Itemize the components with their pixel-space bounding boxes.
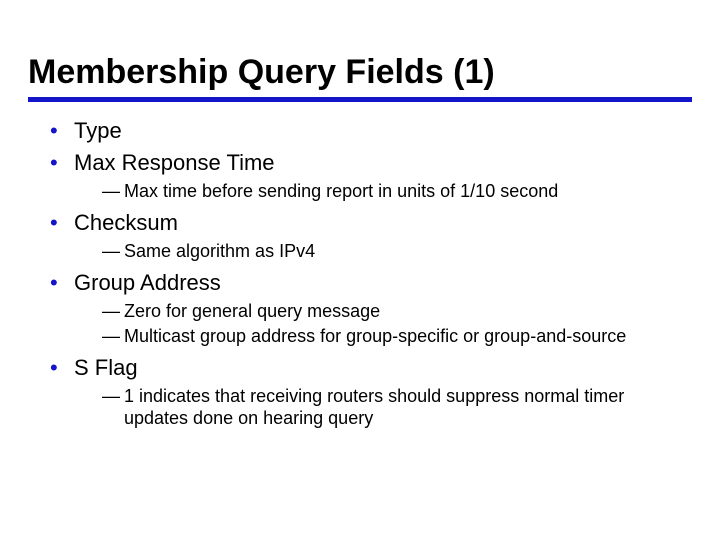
bullet-label: Max Response Time [74, 150, 275, 175]
sub-item: 1 indicates that receiving routers shoul… [102, 385, 692, 430]
list-item: Group Address Zero for general query mes… [54, 268, 692, 347]
sub-list: Same algorithm as IPv4 [74, 240, 692, 263]
list-item: Type [54, 116, 692, 146]
title-underline [28, 97, 692, 102]
sub-list: 1 indicates that receiving routers shoul… [74, 385, 692, 430]
sub-list: Max time before sending report in units … [74, 180, 692, 203]
bullet-label: Checksum [74, 210, 178, 235]
list-item: Max Response Time Max time before sendin… [54, 148, 692, 202]
bullet-label: Type [74, 118, 122, 143]
list-item: Checksum Same algorithm as IPv4 [54, 208, 692, 262]
sub-item: Max time before sending report in units … [102, 180, 692, 203]
bullet-label: S Flag [74, 355, 138, 380]
slide-title: Membership Query Fields (1) [28, 54, 692, 91]
list-item: S Flag 1 indicates that receiving router… [54, 353, 692, 430]
sub-item: Zero for general query message [102, 300, 692, 323]
slide: Membership Query Fields (1) Type Max Res… [0, 0, 720, 456]
bullet-list: Type Max Response Time Max time before s… [28, 116, 692, 429]
bullet-label: Group Address [74, 270, 221, 295]
sub-item: Multicast group address for group-specif… [102, 325, 692, 348]
sub-list: Zero for general query message Multicast… [74, 300, 692, 347]
sub-item: Same algorithm as IPv4 [102, 240, 692, 263]
